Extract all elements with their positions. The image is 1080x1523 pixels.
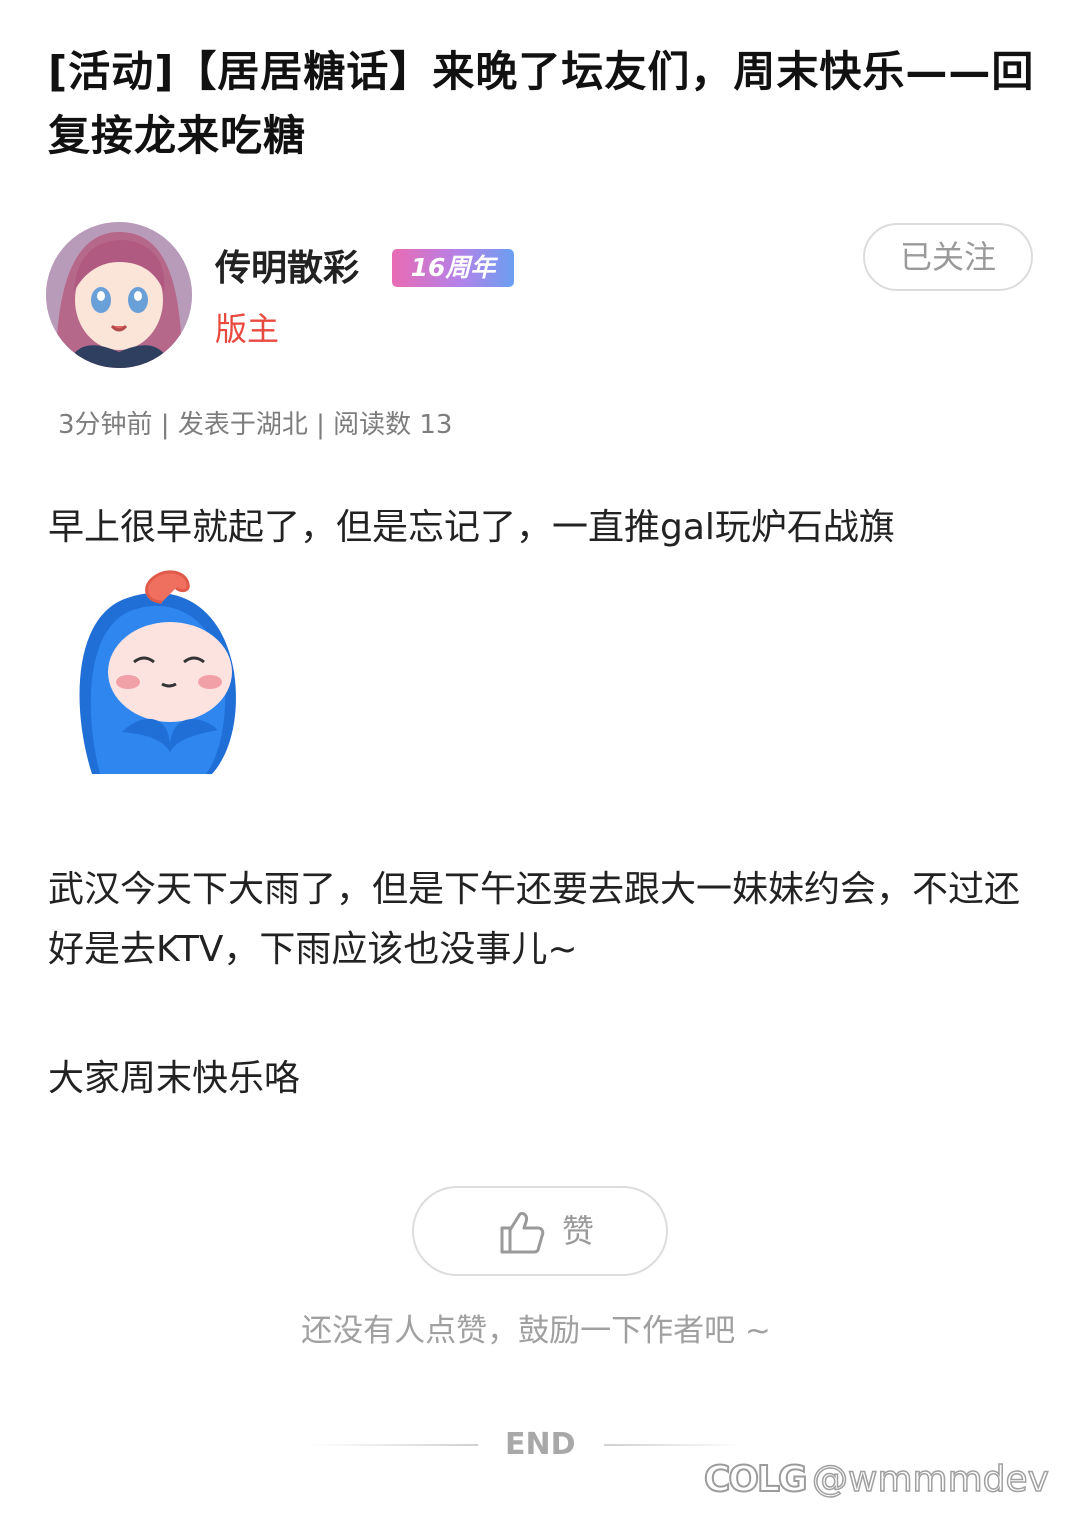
post-meta: 3分钟前 | 发表于湖北 | 阅读数 13 [58, 410, 453, 440]
author-avatar[interactable] [46, 222, 192, 368]
post-title: [活动]【居居糖话】来晚了坛友们，周末快乐——回复接龙来吃糖 [48, 47, 1035, 160]
anniversary-badge: 16周年 [392, 249, 514, 287]
post-paragraph: 大家周末快乐咯 [48, 1058, 301, 1099]
avatar-image [46, 222, 192, 368]
author-role: 版主 [215, 310, 280, 348]
watermark-logo: COLG [703, 1458, 808, 1501]
watermark: COLG @wmmmdev [703, 1456, 1064, 1506]
like-button[interactable]: 赞 [412, 1186, 668, 1276]
post-paragraph: 武汉今天下大雨了，但是下午还要去跟大一妹妹约会，不过还好是去KTV，下雨应该也没… [48, 869, 1021, 970]
end-divider-right [604, 1444, 744, 1446]
follow-button[interactable]: 已关注 [863, 223, 1033, 291]
like-label: 赞 [562, 1212, 595, 1250]
like-empty-hint: 还没有人点赞，鼓励一下作者吧 ~ [301, 1313, 771, 1349]
author-name[interactable]: 传明散彩 [215, 244, 359, 294]
watermark-handle: @wmmmdev [811, 1458, 1049, 1501]
thumbs-up-icon [498, 1208, 546, 1256]
end-label: END [505, 1427, 576, 1462]
sticker-emoji [62, 562, 262, 774]
post-paragraph: 早上很早就起了，但是忘记了，一直推gal玩炉石战旗 [48, 507, 895, 548]
end-divider-left [310, 1444, 478, 1446]
